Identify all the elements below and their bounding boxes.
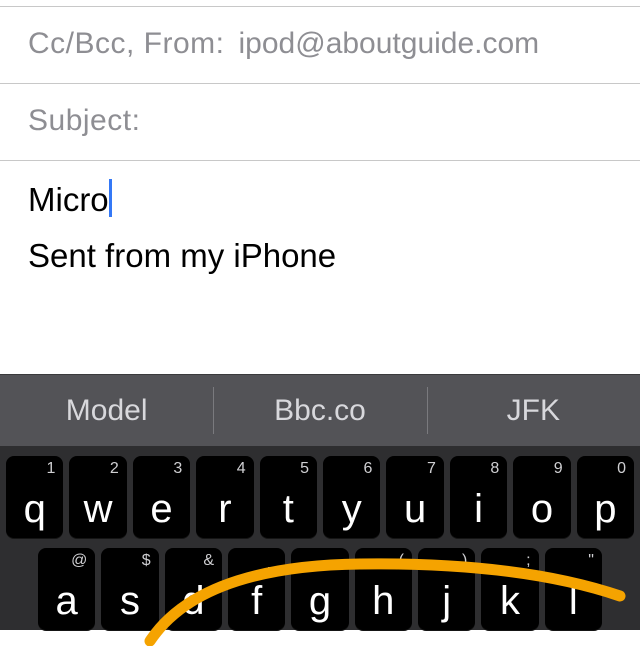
ccbcc-from-label: Cc/Bcc, From: [28, 27, 225, 61]
key-p[interactable]: 0p [577, 456, 634, 538]
keyboard: Model Bbc.co JFK 1q 2w 3e 4r 5t 6y 7u 8i… [0, 374, 640, 640]
suggestion-bar: Model Bbc.co JFK [0, 374, 640, 446]
key-d[interactable]: &d [165, 548, 222, 630]
key-l[interactable]: "l [545, 548, 602, 630]
key-o[interactable]: 9o [513, 456, 570, 538]
key-y[interactable]: 6y [323, 456, 380, 538]
suggestion-2[interactable]: Bbc.co [213, 375, 426, 446]
text-caret [109, 179, 112, 217]
key-r[interactable]: 4r [196, 456, 253, 538]
key-q[interactable]: 1q [6, 456, 63, 538]
ccbcc-from-row[interactable]: Cc/Bcc, From: ipod@aboutguide.com [0, 7, 640, 83]
body-text: Micro [28, 181, 109, 218]
key-i[interactable]: 8i [450, 456, 507, 538]
key-w[interactable]: 2w [69, 456, 126, 538]
key-k[interactable]: ;k [481, 548, 538, 630]
key-j[interactable]: )j [418, 548, 475, 630]
subject-label: Subject: [28, 104, 140, 138]
signature-text: Sent from my iPhone [0, 227, 640, 301]
suggestion-3[interactable]: JFK [427, 375, 640, 446]
key-f[interactable]: _f [228, 548, 285, 630]
key-g[interactable]: -g [291, 548, 348, 630]
suggestion-1[interactable]: Model [0, 375, 213, 446]
keyboard-row-1: 1q 2w 3e 4r 5t 6y 7u 8i 9o 0p [4, 456, 636, 538]
key-e[interactable]: 3e [133, 456, 190, 538]
from-value: ipod@aboutguide.com [239, 27, 540, 61]
key-t[interactable]: 5t [260, 456, 317, 538]
key-a[interactable]: @a [38, 548, 95, 630]
message-body[interactable]: Micro [0, 161, 640, 227]
keyboard-row-2: @a $s &d _f -g (h )j ;k "l [4, 548, 636, 630]
subject-row[interactable]: Subject: [0, 84, 640, 160]
key-u[interactable]: 7u [386, 456, 443, 538]
key-s[interactable]: $s [101, 548, 158, 630]
key-h[interactable]: (h [355, 548, 412, 630]
